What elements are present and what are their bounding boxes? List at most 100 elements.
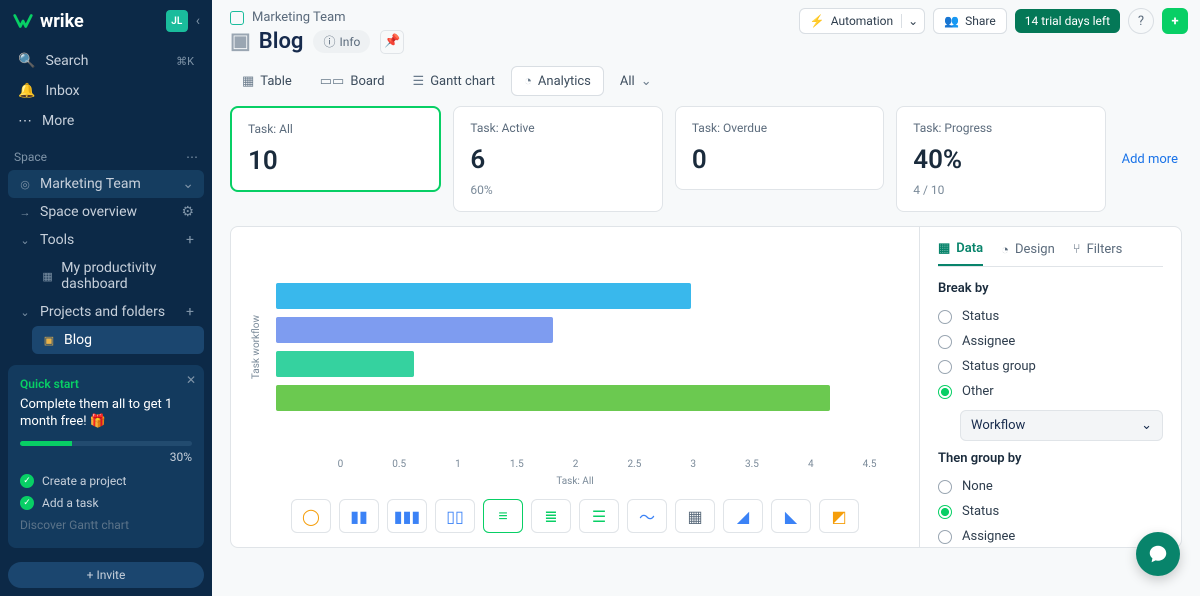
chart-type-column-stacked[interactable]: ▯▯ xyxy=(435,499,475,533)
chart-type-bar-h-stacked[interactable]: ☰ xyxy=(579,499,619,533)
chevron-down-icon: ⌄ xyxy=(1141,418,1152,433)
automation-button[interactable]: ⚡ Automation ⌄ xyxy=(799,8,925,34)
brand-logo[interactable]: wrike xyxy=(12,10,158,32)
add-more-link[interactable]: Add more xyxy=(1118,152,1182,167)
help-button[interactable]: ? xyxy=(1128,8,1154,34)
chart-bar[interactable] xyxy=(276,351,414,377)
space-marketing-team[interactable]: ◎ Marketing Team ⌄ xyxy=(8,170,204,198)
close-icon[interactable]: ✕ xyxy=(186,373,196,387)
summary-cards: Task: All 10 Task: Active 6 60% Task: Ov… xyxy=(230,106,1182,212)
info-button[interactable]: ⓘ Info xyxy=(313,30,370,53)
trial-badge[interactable]: 14 trial days left xyxy=(1015,9,1120,33)
main: ⚡ Automation ⌄ 👥 Share 14 trial days lef… xyxy=(212,0,1200,596)
chat-icon xyxy=(1147,543,1169,565)
tool-dashboard[interactable]: ▦ My productivity dashboard xyxy=(32,254,204,298)
card-task-all[interactable]: Task: All 10 xyxy=(230,106,441,192)
tab-table[interactable]: ▦Table xyxy=(230,68,304,95)
radio-icon xyxy=(938,360,952,374)
radio-status-group[interactable]: Status group xyxy=(938,354,1163,379)
chart-bar[interactable] xyxy=(276,317,553,343)
card-task-progress[interactable]: Task: Progress 40% 4 / 10 xyxy=(896,106,1105,212)
chart-type-area-stacked[interactable]: ◣ xyxy=(771,499,811,533)
gantt-icon: ☰ xyxy=(413,74,425,89)
tab-gantt[interactable]: ☰Gantt chart xyxy=(401,68,508,95)
page-title: Blog xyxy=(259,29,304,54)
board-icon: ▭▭ xyxy=(320,74,345,89)
project-icon: ▣ xyxy=(230,29,251,54)
chart-type-column-grouped[interactable]: ▮▮▮ xyxy=(387,499,427,533)
invite-button[interactable]: + Invite xyxy=(8,562,204,588)
chart-xlabel: Task: All xyxy=(251,476,899,487)
x-tick: 4.5 xyxy=(840,459,899,470)
radio-assignee[interactable]: Assignee xyxy=(938,329,1163,354)
tab-board[interactable]: ▭▭Board xyxy=(308,68,397,95)
analytics-icon: ◔ xyxy=(524,73,532,89)
chat-fab[interactable] xyxy=(1136,532,1180,576)
chart-ylabel: Task workflow xyxy=(251,315,262,379)
radio-icon xyxy=(938,335,952,349)
tree-projects[interactable]: ⌄ Projects and folders + xyxy=(8,298,204,326)
break-by-select[interactable]: Workflow ⌄ xyxy=(960,410,1163,441)
chevron-down-icon[interactable]: ⌄ xyxy=(901,14,918,28)
panel-tab-filters[interactable]: ⑂Filters xyxy=(1073,241,1123,266)
chevron-down-icon: ⌄ xyxy=(18,306,32,319)
add-project-icon[interactable]: + xyxy=(186,304,194,320)
arrow-icon: → xyxy=(18,206,32,219)
chevron-down-icon: ⌄ xyxy=(18,234,32,247)
chart-bar[interactable] xyxy=(276,283,691,309)
project-icon: ▣ xyxy=(42,334,56,347)
radio-assignee[interactable]: Assignee xyxy=(938,524,1163,549)
chart-type-area-100[interactable]: ◩ xyxy=(819,499,859,533)
card-task-overdue[interactable]: Task: Overdue 0 xyxy=(675,106,884,190)
radio-icon xyxy=(938,480,952,494)
create-button[interactable]: + xyxy=(1162,8,1188,34)
chart-type-bar-h[interactable]: ≡ xyxy=(483,499,523,533)
gear-icon[interactable]: ⚙ xyxy=(181,204,194,220)
chart-type-area[interactable]: ◢ xyxy=(723,499,763,533)
radio-status[interactable]: Status xyxy=(938,499,1163,524)
radio-other[interactable]: Other xyxy=(938,379,1163,404)
chart-type-bar-h-grouped[interactable]: ≣ xyxy=(531,499,571,533)
user-avatar[interactable]: JL xyxy=(166,10,188,32)
x-tick: 4 xyxy=(781,459,840,470)
panel-tab-design[interactable]: ◔Design xyxy=(1001,241,1055,266)
tab-all[interactable]: All⌄ xyxy=(608,68,664,95)
x-tick: 1 xyxy=(429,459,488,470)
nav-search[interactable]: 🔍 Search ⌘K xyxy=(8,46,204,76)
radio-icon xyxy=(938,530,952,544)
chart-bar[interactable] xyxy=(276,385,830,411)
space-icon xyxy=(230,11,244,25)
project-blog[interactable]: ▣ Blog xyxy=(32,326,204,354)
radio-icon xyxy=(938,385,952,399)
space-menu-icon[interactable]: ⋯ xyxy=(186,150,198,164)
chart-type-donut[interactable]: ◯ xyxy=(291,499,331,533)
pin-button[interactable]: 📌 xyxy=(380,30,404,54)
chart-type-column[interactable]: ▮▮ xyxy=(339,499,379,533)
quickstart-progress xyxy=(20,441,192,446)
add-tool-icon[interactable]: + xyxy=(186,232,194,248)
chart-type-heatmap[interactable]: ▦ xyxy=(675,499,715,533)
nav-inbox[interactable]: 🔔 Inbox xyxy=(8,76,204,106)
tab-analytics[interactable]: ◔Analytics xyxy=(511,66,604,96)
panel-tab-data[interactable]: ▦Data xyxy=(938,241,983,266)
nav-more[interactable]: ⋯ More xyxy=(8,106,204,136)
break-by-heading: Break by xyxy=(938,281,1163,296)
space-overview[interactable]: → Space overview ⚙ xyxy=(8,198,204,226)
qs-step-1[interactable]: ✓Create a project xyxy=(20,470,192,492)
share-button[interactable]: 👥 Share xyxy=(933,8,1007,34)
tree-tools[interactable]: ⌄ Tools + xyxy=(8,226,204,254)
radio-none[interactable]: None xyxy=(938,474,1163,499)
chart-type-line[interactable]: 〜 xyxy=(627,499,667,533)
filter-icon: ⑂ xyxy=(1073,242,1081,257)
radio-icon xyxy=(938,310,952,324)
bell-icon: 🔔 xyxy=(18,83,35,99)
x-tick: 0.5 xyxy=(370,459,429,470)
qs-step-3[interactable]: Discover Gantt chart xyxy=(20,514,192,536)
collapse-sidebar-icon[interactable]: ‹ xyxy=(196,13,200,29)
x-tick: 1.5 xyxy=(487,459,546,470)
radio-status[interactable]: Status xyxy=(938,304,1163,329)
qs-step-2[interactable]: ✓Add a task xyxy=(20,492,192,514)
check-icon: ✓ xyxy=(20,496,34,510)
card-task-active[interactable]: Task: Active 6 60% xyxy=(453,106,662,212)
x-tick: 2 xyxy=(546,459,605,470)
